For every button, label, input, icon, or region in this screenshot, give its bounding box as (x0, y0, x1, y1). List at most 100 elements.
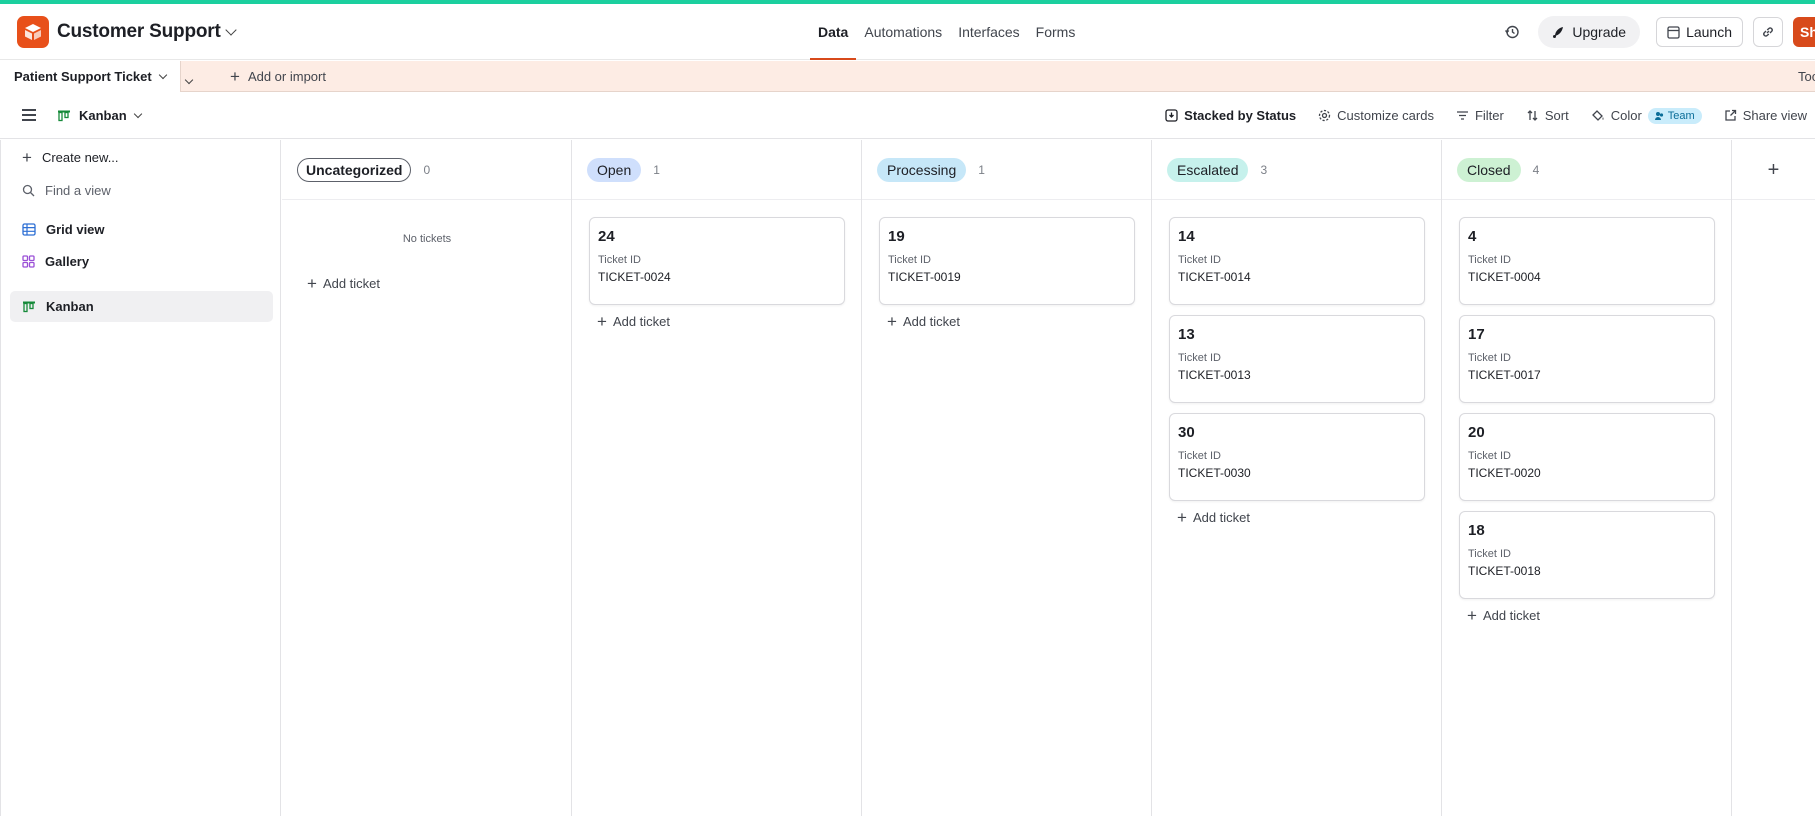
app-header: Customer Support Data Automations Interf… (0, 4, 1815, 60)
card-ticket-id: TICKET-0019 (888, 270, 961, 284)
ticket-card[interactable]: 4 Ticket ID TICKET-0004 (1459, 217, 1715, 305)
share-icon (1725, 109, 1736, 121)
card-ticket-id: TICKET-0013 (1178, 368, 1251, 382)
base-title-menu[interactable]: Customer Support (57, 21, 237, 43)
gear-icon (1319, 109, 1331, 122)
ticket-card[interactable]: 24 Ticket ID TICKET-0024 (589, 217, 845, 305)
add-ticket-button[interactable]: + Add ticket (1467, 607, 1540, 624)
sidebar-item-kanban[interactable]: Kanban (10, 291, 273, 322)
ticket-card[interactable]: 17 Ticket ID TICKET-0017 (1459, 315, 1715, 403)
kanban-icon (23, 301, 35, 312)
stack-header[interactable]: Processing 1 (862, 140, 1151, 200)
history-button[interactable] (1496, 16, 1528, 48)
copy-link-button[interactable] (1753, 17, 1783, 47)
add-or-import-button[interactable]: + Add or import (230, 61, 326, 92)
upgrade-label: Upgrade (1572, 24, 1627, 40)
stacked-by-label: Stacked by Status (1184, 108, 1297, 123)
stacked-by-button[interactable]: Stacked by Status (1165, 108, 1296, 123)
tools-menu[interactable]: Too (1798, 61, 1815, 92)
stack-count: 1 (978, 162, 985, 177)
ticket-card[interactable]: 14 Ticket ID TICKET-0014 (1169, 217, 1425, 305)
stack-count: 1 (653, 162, 660, 177)
color-button[interactable]: Color Team (1591, 107, 1702, 124)
create-new-button[interactable]: + Create new... (10, 142, 273, 173)
card-title: 4 (1468, 228, 1477, 245)
header-actions: Upgrade Launch Sh (1496, 16, 1815, 48)
add-stack-button[interactable]: + (1732, 140, 1815, 200)
plus-icon: + (1467, 606, 1477, 625)
ticket-card[interactable]: 19 Ticket ID TICKET-0019 (879, 217, 1135, 305)
stack-escalated: Escalated 3 14 Ticket ID TICKET-0014 13 … (1152, 140, 1442, 816)
plus-icon: + (307, 274, 317, 293)
view-actions: Stacked by Status Customize cards Filter… (1165, 92, 1807, 139)
sort-button[interactable]: Sort (1526, 108, 1569, 123)
add-ticket-button[interactable]: + Add ticket (307, 275, 380, 292)
card-field-label: Ticket ID (1468, 254, 1511, 266)
team-icon (1654, 112, 1663, 120)
add-ticket-label: Add ticket (612, 314, 671, 329)
card-title: 14 (1178, 228, 1195, 245)
base-logo-icon[interactable] (17, 16, 49, 48)
card-title: 18 (1468, 522, 1485, 539)
add-ticket-label: Add ticket (1192, 510, 1251, 525)
stack-status-pill: Escalated (1167, 157, 1249, 182)
view-switcher[interactable]: Kanban (57, 92, 142, 139)
menu-icon[interactable] (22, 109, 36, 125)
filter-icon (1456, 111, 1468, 120)
sidebar-item-grid-view[interactable]: Grid view (10, 214, 273, 245)
add-ticket-label: Add ticket (902, 314, 961, 329)
add-ticket-button[interactable]: + Add ticket (887, 313, 960, 330)
share-view-label: Share view (1742, 108, 1807, 123)
card-ticket-id: TICKET-0004 (1468, 270, 1541, 284)
chevron-down-icon (158, 70, 167, 79)
view-bar: Kanban Stacked by Status Customize cards… (0, 92, 1815, 139)
add-ticket-button[interactable]: + Add ticket (597, 313, 670, 330)
share-view-button[interactable]: Share view (1724, 108, 1807, 123)
customize-cards-button[interactable]: Customize cards (1318, 108, 1434, 123)
card-title: 17 (1468, 326, 1485, 343)
chevron-down-icon (133, 109, 142, 118)
upgrade-button[interactable]: Upgrade (1538, 16, 1641, 48)
views-sidebar: + Create new... Find a view Grid view Ga… (0, 140, 281, 816)
history-icon (1505, 25, 1520, 39)
create-new-label: Create new... (41, 150, 119, 165)
ticket-card[interactable]: 13 Ticket ID TICKET-0013 (1169, 315, 1425, 403)
launch-label: Launch (1686, 24, 1732, 40)
table-tab-patient-support-ticket[interactable]: Patient Support Ticket (0, 61, 181, 92)
ticket-card[interactable]: 20 Ticket ID TICKET-0020 (1459, 413, 1715, 501)
link-icon (1763, 27, 1773, 37)
plus-icon: + (887, 312, 897, 331)
stack-status-pill: Uncategorized (297, 157, 412, 182)
sidebar-item-gallery[interactable]: Gallery (10, 246, 273, 277)
sort-label: Sort (1544, 108, 1569, 123)
sidebar-item-label: Gallery (45, 254, 90, 269)
tab-forms[interactable]: Forms (1028, 4, 1084, 60)
chevron-down-icon (224, 24, 237, 36)
ticket-card[interactable]: 18 Ticket ID TICKET-0018 (1459, 511, 1715, 599)
plus-icon: + (1767, 158, 1780, 181)
card-title: 30 (1178, 424, 1195, 441)
tab-interfaces[interactable]: Interfaces (950, 4, 1027, 60)
grid-icon (22, 223, 36, 236)
filter-label: Filter (1474, 108, 1504, 123)
share-button[interactable]: Sh (1793, 17, 1815, 47)
filter-button[interactable]: Filter (1456, 108, 1504, 123)
add-ticket-button[interactable]: + Add ticket (1177, 509, 1250, 526)
tab-automations[interactable]: Automations (856, 4, 950, 60)
ticket-card[interactable]: 30 Ticket ID TICKET-0030 (1169, 413, 1425, 501)
stack-header[interactable]: Escalated 3 (1152, 140, 1441, 200)
stack-header[interactable]: Open 1 (572, 140, 861, 200)
stack-count: 3 (1260, 162, 1268, 177)
launch-button[interactable]: Launch (1656, 17, 1743, 47)
find-view-input[interactable]: Find a view (10, 175, 273, 206)
color-badge-label: Team (1667, 109, 1695, 122)
plus-icon: + (22, 148, 32, 167)
more-tables-button[interactable] (184, 71, 194, 86)
stack-header[interactable]: Closed 4 (1442, 140, 1731, 200)
stack-header[interactable]: Uncategorized 0 (282, 140, 571, 200)
tab-data[interactable]: Data (810, 4, 857, 60)
card-field-label: Ticket ID (1468, 548, 1511, 560)
table-tab-label: Patient Support Ticket (14, 69, 152, 84)
plus-icon: + (1177, 508, 1187, 527)
card-title: 19 (888, 228, 905, 245)
